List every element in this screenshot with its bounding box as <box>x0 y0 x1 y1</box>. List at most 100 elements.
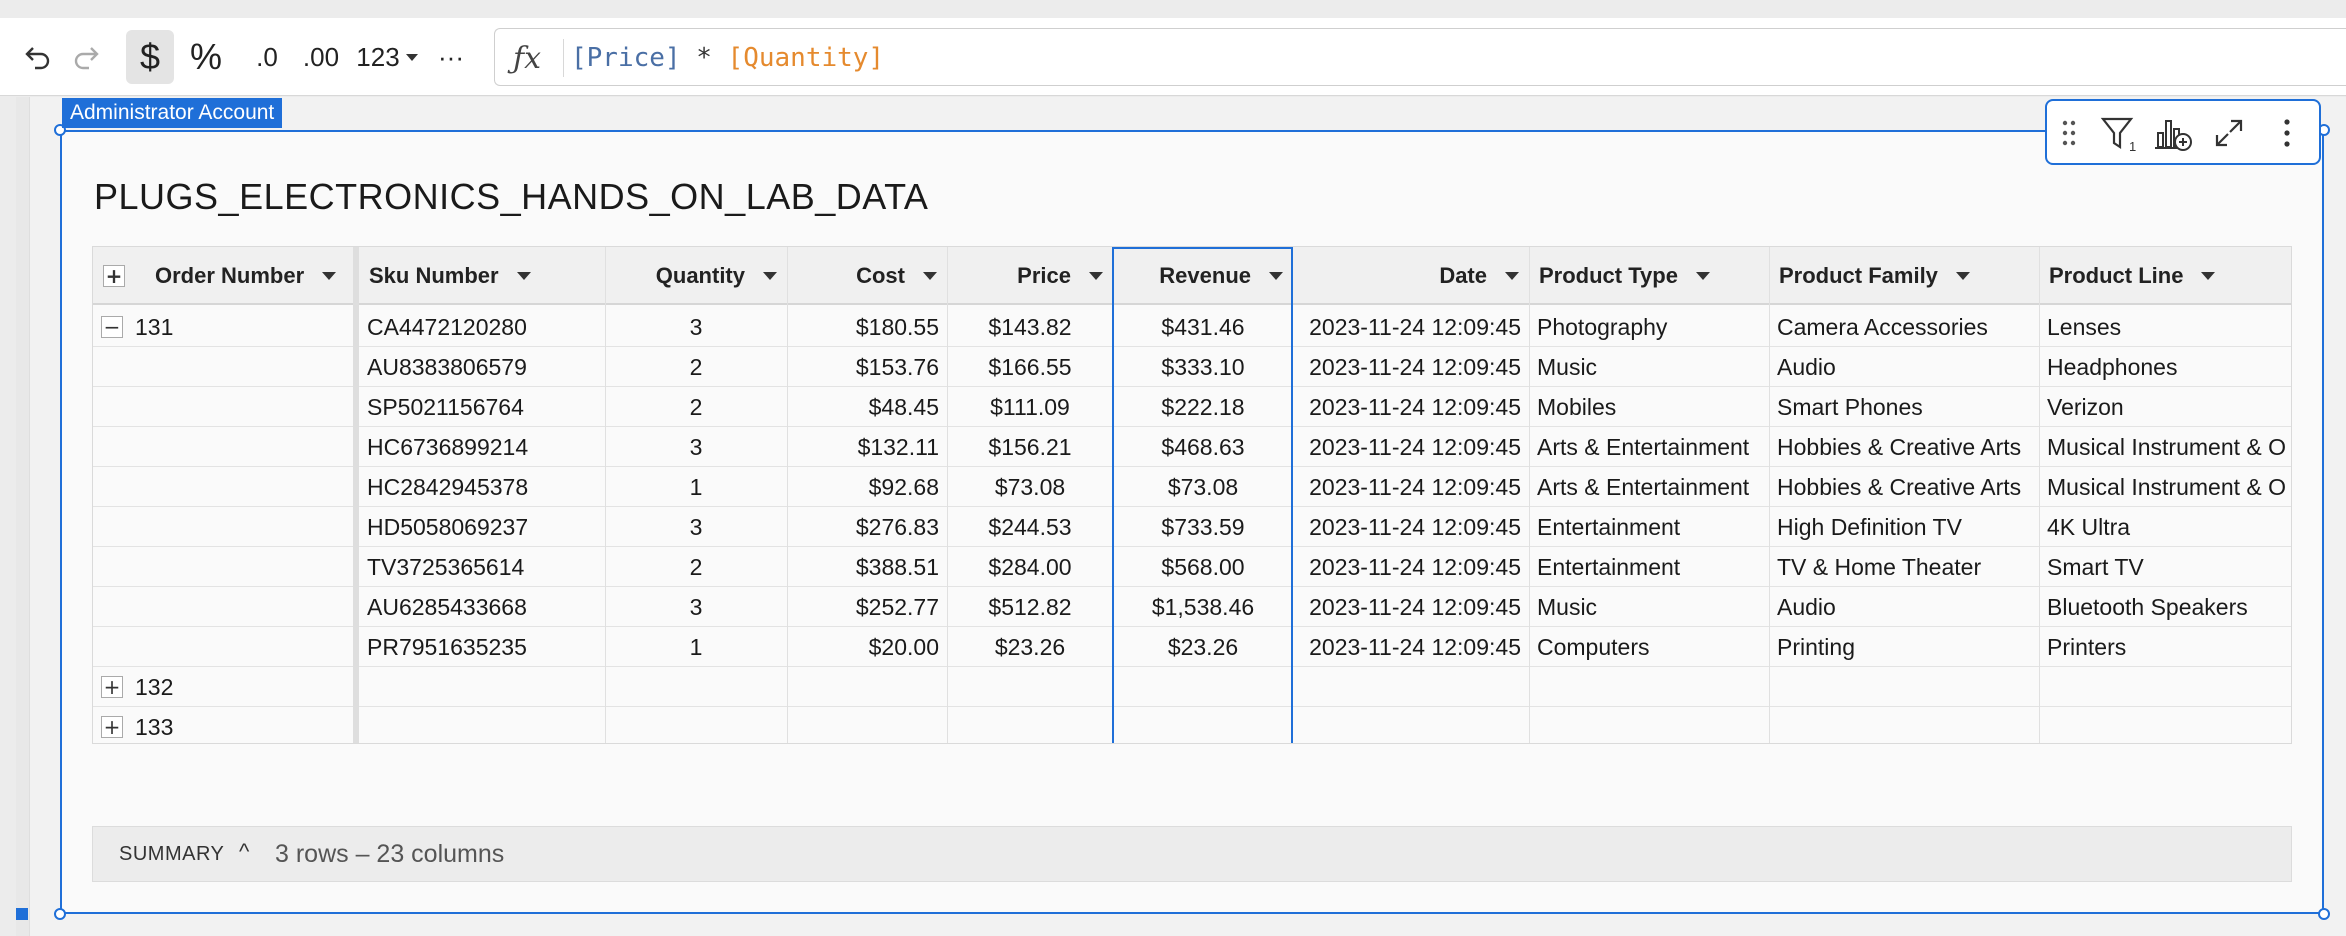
chevron-down-icon[interactable] <box>1089 272 1103 280</box>
cell-product-line[interactable]: Verizon <box>2039 387 2291 427</box>
drag-handle[interactable] <box>2055 111 2083 155</box>
cell-date[interactable]: 2023-11-24 12:09:45 <box>1293 427 1529 467</box>
redo-button[interactable] <box>64 30 108 84</box>
cell-date[interactable]: 2023-11-24 12:09:45 <box>1293 547 1529 587</box>
filter-button[interactable]: 1 <box>2097 111 2141 155</box>
cell-product-line[interactable]: Headphones <box>2039 347 2291 387</box>
cell-product-type[interactable]: Photography <box>1529 307 1769 347</box>
cell-product-type[interactable]: Music <box>1529 347 1769 387</box>
cell-cost[interactable]: $48.45 <box>787 387 947 427</box>
cell-sku[interactable]: CA4472120280 <box>359 307 605 347</box>
cell-price[interactable]: $111.09 <box>947 387 1113 427</box>
cell-date[interactable]: 2023-11-24 12:09:45 <box>1293 467 1529 507</box>
cell-product-line[interactable]: Printers <box>2039 627 2291 667</box>
element-menu-button[interactable] <box>2267 111 2307 155</box>
cell-product-type[interactable]: Entertainment <box>1529 547 1769 587</box>
cell-quantity[interactable]: 1 <box>605 627 787 667</box>
cell-product-line[interactable]: Musical Instrument & O <box>2039 427 2291 467</box>
element-title[interactable]: PLUGS_ELECTRONICS_HANDS_ON_LAB_DATA <box>94 176 928 218</box>
cell-cost[interactable]: $132.11 <box>787 427 947 467</box>
cell-sku[interactable]: HC2842945378 <box>359 467 605 507</box>
cell-price[interactable]: $156.21 <box>947 427 1113 467</box>
cell-quantity[interactable]: 3 <box>605 507 787 547</box>
group-cell-order[interactable]: +133 <box>93 707 353 743</box>
cell-quantity[interactable]: 1 <box>605 467 787 507</box>
chevron-down-icon[interactable] <box>516 272 531 280</box>
header-order-number[interactable]: + Order Number <box>93 247 353 305</box>
chevron-down-icon[interactable] <box>923 272 937 280</box>
number-format-dropdown[interactable]: 123 <box>352 30 422 84</box>
expand-icon[interactable]: + <box>101 716 123 738</box>
cell-price[interactable]: $166.55 <box>947 347 1113 387</box>
cell-cost[interactable]: $388.51 <box>787 547 947 587</box>
cell-product-type[interactable]: Music <box>1529 587 1769 627</box>
more-options-button[interactable]: ··· <box>428 30 474 84</box>
cell-quantity[interactable]: 3 <box>605 427 787 467</box>
cell-date[interactable]: 2023-11-24 12:09:45 <box>1293 627 1529 667</box>
cell-product-family[interactable]: Audio <box>1769 347 2039 387</box>
cell-date[interactable]: 2023-11-24 12:09:45 <box>1293 387 1529 427</box>
cell-sku[interactable]: PR7951635235 <box>359 627 605 667</box>
increase-decimals-button[interactable]: .00 <box>298 30 344 84</box>
cell-cost[interactable]: $20.00 <box>787 627 947 667</box>
expand-all-icon[interactable]: + <box>103 265 125 287</box>
cell-product-family[interactable]: Audio <box>1769 587 2039 627</box>
header-product-line[interactable]: Product Line <box>2039 247 2291 305</box>
cell-date[interactable]: 2023-11-24 12:09:45 <box>1293 507 1529 547</box>
cell-sku[interactable]: AU6285433668 <box>359 587 605 627</box>
cell-quantity[interactable]: 2 <box>605 347 787 387</box>
cell-date[interactable]: 2023-11-24 12:09:45 <box>1293 587 1529 627</box>
cell-quantity[interactable]: 2 <box>605 387 787 427</box>
formula-bar[interactable]: ƒx [Price] * [Quantity] <box>494 28 2346 86</box>
cell-price[interactable]: $73.08 <box>947 467 1113 507</box>
cell-price[interactable]: $512.82 <box>947 587 1113 627</box>
group-cell-order[interactable]: −131 <box>93 307 353 347</box>
header-product-type[interactable]: Product Type <box>1529 247 1769 305</box>
expand-icon[interactable]: + <box>101 676 123 698</box>
cell-quantity[interactable]: 3 <box>605 307 787 347</box>
cell-price[interactable]: $143.82 <box>947 307 1113 347</box>
header-product-family[interactable]: Product Family <box>1769 247 2039 305</box>
cell-product-type[interactable]: Computers <box>1529 627 1769 667</box>
cell-cost[interactable]: $252.77 <box>787 587 947 627</box>
expand-button[interactable] <box>2207 111 2251 155</box>
cell-product-line[interactable]: Smart TV <box>2039 547 2291 587</box>
header-cost[interactable]: Cost <box>787 247 947 305</box>
chevron-down-icon[interactable] <box>322 272 337 280</box>
cell-product-line[interactable]: Musical Instrument & O <box>2039 467 2291 507</box>
chevron-down-icon[interactable] <box>1695 272 1710 280</box>
cell-product-line[interactable]: Lenses <box>2039 307 2291 347</box>
cell-product-family[interactable]: TV & Home Theater <box>1769 547 2039 587</box>
decrease-decimals-button[interactable]: .0 <box>244 30 290 84</box>
selected-column-revenue[interactable] <box>1112 247 1293 743</box>
cell-sku[interactable]: HD5058069237 <box>359 507 605 547</box>
cell-sku[interactable]: SP5021156764 <box>359 387 605 427</box>
cell-product-type[interactable]: Entertainment <box>1529 507 1769 547</box>
cell-date[interactable]: 2023-11-24 12:09:45 <box>1293 347 1529 387</box>
add-visualization-button[interactable] <box>2151 111 2195 155</box>
cell-product-line[interactable]: Bluetooth Speakers <box>2039 587 2291 627</box>
cell-product-family[interactable]: Camera Accessories <box>1769 307 2039 347</box>
header-price[interactable]: Price <box>947 247 1113 305</box>
undo-button[interactable] <box>16 30 60 84</box>
cell-price[interactable]: $23.26 <box>947 627 1113 667</box>
cell-product-family[interactable]: High Definition TV <box>1769 507 2039 547</box>
group-cell-order[interactable]: +132 <box>93 667 353 707</box>
cell-price[interactable]: $244.53 <box>947 507 1113 547</box>
collapse-icon[interactable]: − <box>101 316 123 338</box>
cell-date[interactable]: 2023-11-24 12:09:45 <box>1293 307 1529 347</box>
header-sku-number[interactable]: Sku Number <box>359 247 605 305</box>
cell-quantity[interactable]: 3 <box>605 587 787 627</box>
chevron-down-icon[interactable] <box>1505 272 1519 280</box>
cell-product-family[interactable]: Hobbies & Creative Arts <box>1769 467 2039 507</box>
chevron-up-icon[interactable]: ^ <box>239 839 249 865</box>
cell-cost[interactable]: $276.83 <box>787 507 947 547</box>
cell-quantity[interactable]: 2 <box>605 547 787 587</box>
cell-product-line[interactable]: 4K Ultra <box>2039 507 2291 547</box>
header-date[interactable]: Date <box>1293 247 1529 305</box>
formula-input[interactable]: [Price] * [Quantity] <box>571 43 884 73</box>
resize-handle-bottom-left[interactable] <box>54 908 66 920</box>
chevron-down-icon[interactable] <box>1955 272 1970 280</box>
header-quantity[interactable]: Quantity <box>605 247 787 305</box>
chevron-down-icon[interactable] <box>2201 272 2216 280</box>
